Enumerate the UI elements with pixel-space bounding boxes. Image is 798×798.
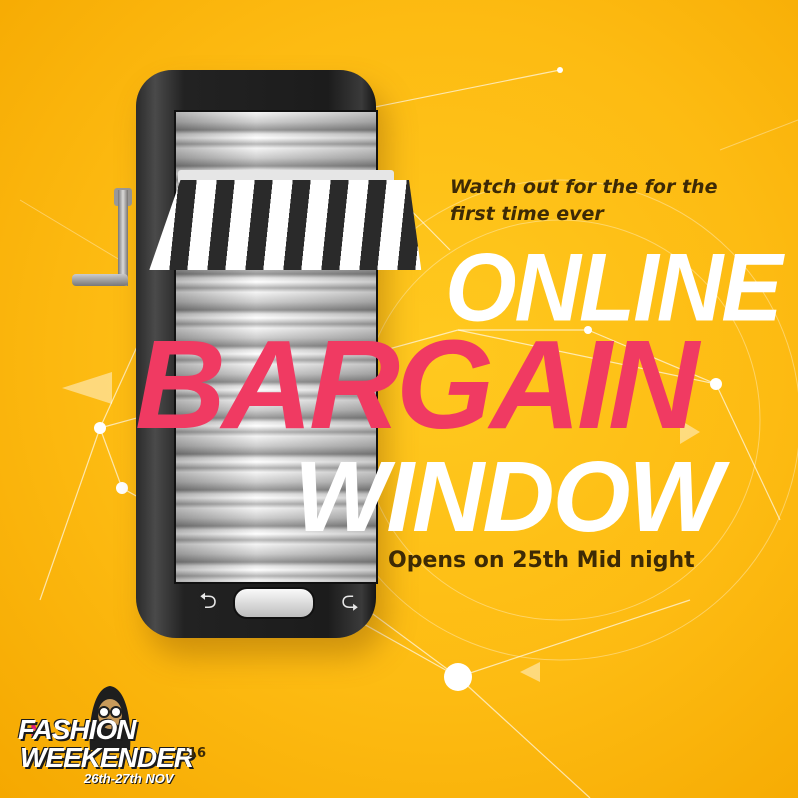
back-arrow-icon: ⮌ [199, 589, 217, 614]
eyebrow-text: Watch out for the for the first time eve… [450, 176, 718, 225]
shutter-crank-rod [118, 190, 128, 286]
home-button [233, 587, 315, 619]
logo-weekender-text: WEEKENDER [20, 742, 194, 773]
striped-awning [149, 180, 430, 270]
fashion-weekender-logo: M FASHION WEEKENDER '16 26th-27th NOV [18, 680, 218, 790]
recent-apps-icon: ⮎ [341, 589, 359, 614]
headline-bargain: BARGAIN [135, 314, 699, 455]
logo-dates-text: 26th-27th NOV [84, 771, 174, 786]
logo-year-text: '16 [184, 746, 207, 761]
shutter-crank-handle [72, 274, 128, 286]
ad-banner: ⮌ ⮎ Watch out for the for the first time… [0, 0, 798, 798]
opens-subline: Opens on 25th Mid night [388, 548, 695, 573]
headline-window: WINDOW [294, 441, 723, 553]
